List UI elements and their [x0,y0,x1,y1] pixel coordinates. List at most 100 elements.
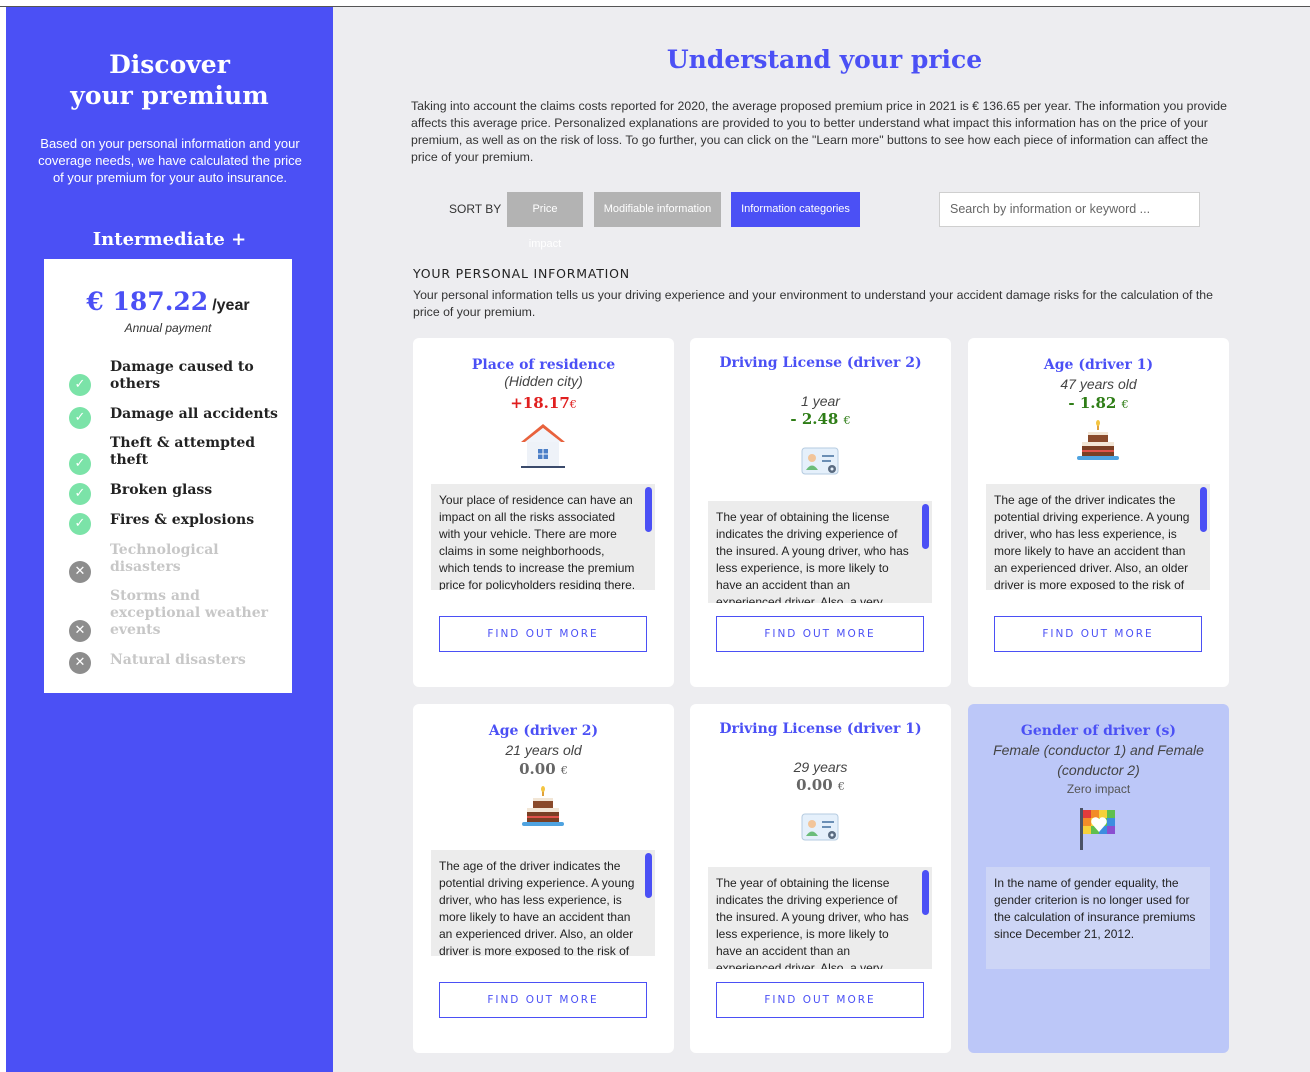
explanation-text: The age of the driver indicates the pote… [439,859,635,956]
card-explanation[interactable]: Your place of residence can have an impa… [431,484,655,590]
find-out-more-button[interactable]: FIND OUT MORE [439,982,647,1018]
info-card-gender: Gender of driver (s) Female (conductor 1… [968,704,1229,1053]
find-out-more-button[interactable]: FIND OUT MORE [716,616,924,652]
section-description: Your personal information tells us your … [413,288,1213,319]
card-explanation[interactable]: The age of the driver indicates the pote… [986,484,1210,590]
check-circle-icon: ✓ [69,374,91,396]
price-impact: - 2.48 € [690,410,951,428]
explanation-text: The year of obtaining the license indica… [716,876,909,969]
scrollbar-thumb[interactable] [922,504,929,549]
price-impact: - 1.82 € [968,394,1229,412]
impact-value: 0.00 [519,760,556,778]
check-circle-icon: ✓ [69,513,91,535]
birthday-cake-icon [522,786,564,826]
info-card-age-driver-1: Age (driver 1) 47 years old - 1.82 € The… [968,338,1229,687]
coverage-label: Fires & explosions [110,512,255,528]
check-circle-icon: ✓ [69,453,91,475]
plan-name: Intermediate + [92,229,247,250]
find-out-more-button[interactable]: FIND OUT MORE [994,616,1202,652]
impact-currency: € [569,398,577,411]
x-circle-icon: ✕ [69,652,91,674]
find-out-more-button[interactable]: FIND OUT MORE [716,982,924,1018]
sort-modifiable-button[interactable]: Modifiable information [594,192,721,227]
card-explanation[interactable]: The year of obtaining the license indica… [708,501,932,603]
card-title: Driving License (driver 2) [719,355,922,371]
find-out-more-button[interactable]: FIND OUT MORE [439,616,647,652]
card-title: Driving License (driver 1) [719,721,922,737]
card-value: 21 years old [505,742,582,758]
impact-value: - 1.82 [1068,394,1117,412]
sidebar-title-line2: your premium [70,81,269,110]
price-impact: 0.00 € [413,760,674,778]
impact-value: - 2.48 [790,410,839,428]
coverage-item: ✕ Natural disasters [44,650,292,690]
sidebar-title-line1: Discover [109,50,230,79]
coverage-label: Damage caused to others [110,359,254,392]
card-value: Female (conductor 1) and Female (conduct… [993,742,1204,778]
explanation-text: Your place of residence can have an impa… [439,493,636,590]
coverage-label: Technological disasters [110,542,219,575]
x-circle-icon: ✕ [69,561,91,583]
coverage-label: Theft & attempted theft [110,435,256,468]
premium-sidebar: Discover your premium Based on your pers… [6,7,333,1072]
impact-currency: € [837,780,845,793]
coverage-item: ✓ Damage caused to others [44,357,292,397]
info-card-license-driver-2: Driving License (driver 2) 1 year - 2.48… [690,338,951,687]
price-row: € 187.22/year [44,287,292,316]
x-circle-icon: ✕ [69,620,91,642]
price-impact: +18.17€ [413,394,674,412]
card-explanation: In the name of gender equality, the gend… [986,867,1210,969]
coverage-item: ✓ Theft & attempted theft [44,433,292,475]
coverage-label: Storms and exceptional weather events [110,588,268,638]
info-card-age-driver-2: Age (driver 2) 21 years old 0.00 € The a… [413,704,674,1053]
card-title: Age (driver 2) [488,723,599,739]
check-circle-icon: ✓ [69,483,91,505]
scrollbar-thumb[interactable] [645,487,652,532]
check-circle-icon: ✓ [69,407,91,429]
info-card-residence: Place of residence (Hidden city) +18.17€… [413,338,674,687]
house-icon [521,424,565,468]
scrollbar-thumb[interactable] [922,870,929,915]
coverage-label: Natural disasters [110,652,246,668]
sort-price-impact-button[interactable]: Price impact [507,192,583,250]
explanation-text: The age of the driver indicates the pote… [994,493,1190,590]
explanation-text: The year of obtaining the license indica… [716,510,909,603]
card-value: 29 years [793,759,848,775]
price-amount: € 187.22 [86,287,209,316]
card-explanation[interactable]: The age of the driver indicates the pote… [431,850,655,956]
premium-summary-card: € 187.22/year Annual payment ✓ Damage ca… [44,259,292,693]
explanation-text: In the name of gender equality, the gend… [994,876,1196,941]
birthday-cake-icon [1077,420,1119,460]
card-value: (Hidden city) [504,373,583,389]
sidebar-description: Based on your personal information and y… [38,136,302,185]
scrollbar-thumb[interactable] [1200,487,1207,532]
sort-by-label: SORT BY [449,202,502,216]
impact-currency: € [843,414,851,427]
card-title: Gender of driver (s) [1020,723,1177,739]
coverage-label: Broken glass [110,482,213,498]
price-impact: 0.00 € [690,776,951,794]
card-value: 47 years old [1060,376,1137,392]
card-title: Age (driver 1) [1043,357,1154,373]
section-title: YOUR PERSONAL INFORMATION [413,266,630,281]
card-value: 1 year [801,393,840,409]
sort-categories-button[interactable]: Information categories [731,192,860,227]
impact-value: 0.00 [796,776,833,794]
search-input[interactable]: Search by information or keyword ... [939,192,1200,227]
info-card-license-driver-1: Driving License (driver 1) 29 years 0.00… [690,704,951,1053]
page-title: Understand your price [666,45,983,74]
id-card-icon [801,447,839,475]
price-period: /year [212,297,250,314]
card-explanation[interactable]: The year of obtaining the license indica… [708,867,932,969]
equality-flag-icon [1080,808,1115,850]
intro-text: Taking into account the claims costs rep… [411,99,1227,164]
sidebar-title: Discover your premium [6,49,333,111]
scrollbar-thumb[interactable] [645,853,652,898]
coverage-item: ✕ Storms and exceptional weather events [44,586,292,642]
impact-currency: € [560,764,568,777]
coverage-label: Damage all accidents [110,406,278,422]
coverage-item: ✕ Technological disasters [44,540,292,583]
zero-impact-label: Zero impact [1066,782,1131,796]
impact-value: +18.17 [510,394,570,412]
id-card-icon [801,813,839,841]
